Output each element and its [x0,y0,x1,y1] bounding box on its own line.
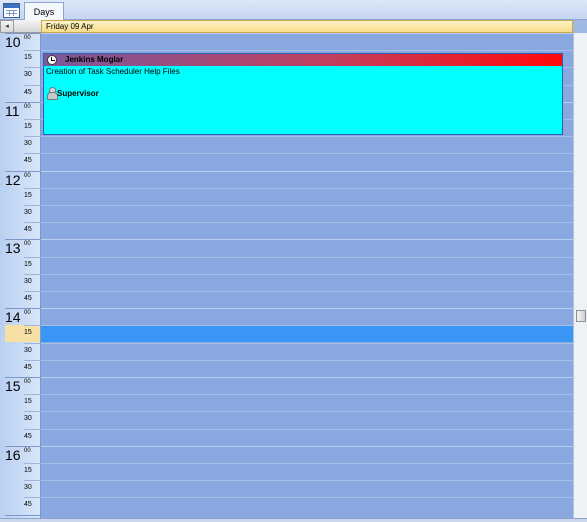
grid-quarter-line [41,273,573,275]
quarter-separator [24,411,40,413]
quarter-separator [24,256,40,258]
hour-minutes-label: 00 [24,447,31,454]
quarter-separator [24,84,40,86]
grid-quarter-line [41,411,573,413]
calendar-icon[interactable] [3,3,20,18]
quarter-separator [24,119,40,120]
hour-label: 12 [5,171,21,188]
hour-label: 14 [5,309,21,326]
quarter-label: 15 [24,398,32,406]
hour-label: 13 [5,240,21,257]
quarter-label: 30 [24,140,32,148]
grid-hour-line [41,377,573,378]
quarter-separator [24,205,40,206]
grid-quarter-line [41,497,573,499]
quarter-label: 30 [24,415,32,423]
time-ruler: 10 00 15 30 45 11 00 15 30 45 12 00 15 30 45 13 00 15 30 45… [0,33,41,518]
vertical-scrollbar[interactable] [573,33,587,518]
quarter-label: 45 [24,157,32,165]
grid-hour-line [41,170,573,172]
quarter-label: 45 [24,432,32,440]
hour-minutes-label: 00 [24,35,31,41]
grid-hour-line [41,308,573,310]
quarter-separator [24,291,40,292]
selected-time-label-highlight [5,325,40,343]
grid-quarter-line [41,153,573,155]
quarter-separator [24,480,40,482]
grid-quarter-line [41,222,573,224]
quarter-separator [24,187,40,189]
selected-time-slot[interactable] [41,325,573,343]
quarter-label: 15 [24,260,32,268]
quarter-label: 15 [24,123,32,130]
tab-days[interactable]: Days [24,2,64,21]
hour-minutes-label: 00 [24,103,31,110]
time-column-header [14,20,41,33]
hour-label: 15 [5,378,21,394]
quarter-separator [24,222,40,224]
grid-hour-line [41,239,573,241]
clock-icon [47,55,57,65]
quarter-label: 45 [24,363,32,371]
quarter-separator [24,136,40,138]
grid-quarter-line [41,136,573,138]
appointment-card[interactable]: Jenkins Moglar Creation of Task Schedule… [43,53,563,135]
quarter-label: 15 [24,329,32,337]
hour-label: 16 [5,446,21,463]
quarter-label: 15 [24,54,32,62]
bottom-border [0,518,587,522]
quarter-label: 45 [24,226,32,234]
grid-hour-line [41,445,573,447]
quarter-separator [24,273,40,275]
scrollbar-thumb[interactable] [576,310,586,322]
hour-minutes-label: 00 [24,379,31,385]
hour-minutes-label: 00 [24,172,31,179]
grid-quarter-line [41,359,573,361]
grid-quarter-line [41,480,573,482]
quarter-separator [24,153,40,155]
quarter-separator [24,50,40,52]
grid-quarter-line [41,394,573,396]
hour-label: 11 [5,102,20,119]
person-icon [47,87,58,100]
quarter-label: 30 [24,346,32,354]
quarter-label: 45 [24,88,32,96]
quarter-separator [24,359,40,361]
grid-quarter-line [41,463,573,464]
chevron-left-icon[interactable]: ◂ [0,20,14,33]
grid-quarter-line [41,205,573,206]
quarter-label: 15 [24,191,32,199]
quarter-separator [24,394,40,396]
grid-quarter-line [41,256,573,258]
quarter-label: 45 [24,295,32,302]
quarter-label: 15 [24,467,32,474]
appointment-description: Creation of Task Scheduler Help Files [46,67,180,76]
grid-quarter-line [41,291,573,292]
grid-quarter-line [41,325,573,327]
appointment-resource: Supervisor [57,89,99,98]
hour-label: 10 [5,34,21,50]
quarter-separator [24,428,40,430]
quarter-separator [24,463,40,464]
quarter-label: 30 [24,277,32,285]
grid-quarter-line [41,187,573,189]
quarter-label: 30 [24,71,32,79]
quarter-label: 30 [24,209,32,216]
grid-quarter-line [41,342,573,344]
quarter-label: 30 [24,484,32,492]
grid-quarter-line [41,50,573,52]
quarter-separator [24,342,40,344]
hour-minutes-label: 00 [24,310,31,317]
view-tab-bar: Days [0,0,587,21]
quarter-separator [24,325,40,327]
hour-separator [5,514,40,516]
appointment-name: Jenkins Moglar [65,55,124,64]
grid-quarter-line [41,428,573,430]
quarter-label: 45 [24,501,32,509]
grid-hour-line [41,33,573,34]
day-header[interactable]: Friday 09 Apr [41,20,573,33]
quarter-separator [24,67,40,69]
quarter-separator [24,497,40,499]
hour-minutes-label: 00 [24,241,31,248]
